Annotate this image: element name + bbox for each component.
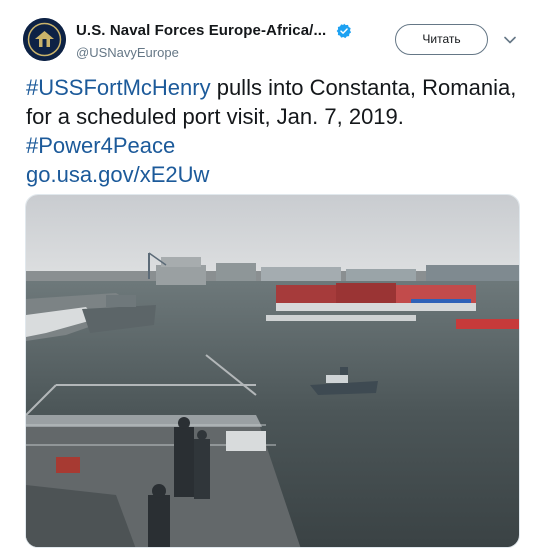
hashtag-link[interactable]: #USSFortMcHenry	[26, 75, 211, 100]
tweet-url[interactable]: go.usa.gov/xE2Uw	[26, 160, 526, 189]
follow-button[interactable]: Читать	[395, 24, 488, 55]
tweet-photo[interactable]	[25, 194, 520, 548]
display-name[interactable]: U.S. Naval Forces Europe-Africa/...	[76, 22, 326, 39]
tweet-card: U.S. Naval Forces Europe-Africa/... @USN…	[0, 0, 540, 558]
navy-seal-icon	[23, 18, 66, 61]
tweet-text: #USSFortMcHenry pulls into Constanta, Ro…	[26, 73, 526, 189]
account-info: U.S. Naval Forces Europe-Africa/... @USN…	[76, 22, 352, 60]
chevron-down-icon[interactable]	[503, 33, 517, 47]
hashtag-link[interactable]: #Power4Peace	[26, 133, 175, 158]
harbor-photo-image	[26, 195, 519, 547]
verified-badge-icon	[336, 23, 352, 38]
account-handle[interactable]: @USNavyEurope	[76, 45, 352, 60]
avatar[interactable]	[23, 18, 66, 61]
